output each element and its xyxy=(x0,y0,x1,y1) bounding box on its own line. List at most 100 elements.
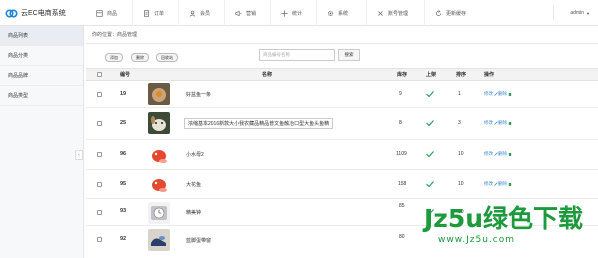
trash-icon xyxy=(508,92,512,96)
nav-goods[interactable]: 商品 xyxy=(86,0,132,26)
fish-bowl-image xyxy=(148,83,170,105)
brand[interactable]: 云EC电商系统 xyxy=(0,0,84,26)
nav-label: 商品 xyxy=(107,10,118,17)
divider xyxy=(553,6,554,20)
sidebar-item-goods-list[interactable]: 商品列表 xyxy=(0,26,83,46)
delete-label: 删除 xyxy=(498,181,507,186)
sidebar-collapse-icon[interactable]: ‹ xyxy=(75,150,83,160)
check-icon[interactable] xyxy=(426,151,434,157)
nav-marketing[interactable]: 营销 xyxy=(224,0,270,26)
gear-icon xyxy=(327,10,334,16)
col-id: 编号 xyxy=(120,72,131,78)
product-name: 小水母2 xyxy=(186,152,204,158)
trash-icon xyxy=(508,182,512,186)
row-id: 96 xyxy=(120,151,127,157)
row-checkbox[interactable] xyxy=(97,152,102,157)
top-nav: 商品 订单 会员 营销 统计 系统 账号管理 更新缓存 xyxy=(86,0,484,26)
edit-label: 修改 xyxy=(484,91,493,96)
delete-link[interactable]: 删除 xyxy=(498,91,512,97)
puppy-image xyxy=(148,112,170,134)
product-thumbnail[interactable] xyxy=(148,173,170,195)
col-sort: 排序 xyxy=(456,72,467,78)
nav-refresh-cache[interactable]: 更新缓存 xyxy=(424,0,484,26)
row-stock: 80 xyxy=(399,234,405,240)
goldfish-image xyxy=(148,144,170,166)
sidebar: 商品列表 商品分类 商品品牌 商品类型 ‹ xyxy=(0,26,84,258)
row-stock: 8 xyxy=(399,120,402,126)
table-row: 92 蓝脚蛋带窗 80 xyxy=(86,226,598,258)
product-name: 精美钟 xyxy=(186,210,202,216)
row-checkbox[interactable] xyxy=(97,121,102,126)
select-all-checkbox[interactable] xyxy=(97,72,102,77)
check-icon[interactable] xyxy=(426,181,434,187)
nav-member[interactable]: 会员 xyxy=(178,0,224,26)
nav-order[interactable]: 订单 xyxy=(132,0,178,26)
row-sort: 1 xyxy=(458,91,461,97)
search-button[interactable]: 搜索 xyxy=(338,49,360,61)
row-id: 25 xyxy=(120,120,127,126)
nav-stats[interactable]: 统计 xyxy=(270,0,316,26)
sidebar-item-goods-brand[interactable]: 商品品牌 xyxy=(0,66,83,86)
row-checkbox[interactable] xyxy=(97,92,102,97)
product-thumbnail[interactable] xyxy=(148,202,170,224)
edit-link[interactable]: 修改 xyxy=(484,91,498,97)
row-checkbox[interactable] xyxy=(97,210,102,215)
product-thumbnail[interactable] xyxy=(148,144,170,166)
order-icon xyxy=(144,9,149,17)
stats-icon xyxy=(281,9,288,17)
brand-name: 云EC电商系统 xyxy=(21,10,66,17)
shoe-image xyxy=(148,229,170,251)
product-thumbnail[interactable] xyxy=(148,112,170,134)
col-stock: 库存 xyxy=(397,72,408,78)
user-menu[interactable]: admin ▼ xyxy=(570,0,590,26)
sidebar-item-goods-type[interactable]: 商品类型 xyxy=(0,86,83,106)
delete-link[interactable]: 删除 xyxy=(498,181,512,187)
product-name: 好盆鱼一条 xyxy=(186,92,212,98)
edit-label: 修改 xyxy=(484,181,493,186)
edit-label: 修改 xyxy=(484,120,493,125)
row-checkbox[interactable] xyxy=(97,237,102,242)
edit-link[interactable]: 修改 xyxy=(484,151,498,157)
table-row: 25 浓缩基本2016新款大小我农藏品精品普文鱼触冶口型大鱼头鱼精 8 3 修改… xyxy=(86,108,598,140)
row-sort: 3 xyxy=(458,120,461,126)
trash-icon xyxy=(508,152,512,156)
check-icon[interactable] xyxy=(426,209,434,215)
recycle-bin-button[interactable]: 回收站 xyxy=(156,53,178,62)
product-thumbnail[interactable] xyxy=(148,83,170,105)
col-on-sale: 上架 xyxy=(426,72,437,78)
delete-label: 删除 xyxy=(498,120,507,125)
clock-image xyxy=(148,202,170,224)
product-name: 大花鱼 xyxy=(186,182,202,188)
edit-link[interactable]: 修改 xyxy=(484,120,498,126)
nav-label: 更新缓存 xyxy=(446,10,467,17)
breadcrumb-text: 你的位置：商品管理 xyxy=(92,32,138,38)
row-stock: 158 xyxy=(398,181,407,187)
edit-link[interactable]: 修改 xyxy=(484,181,498,187)
row-id: 92 xyxy=(120,236,127,242)
nav-label: 订单 xyxy=(154,10,165,17)
nav-system[interactable]: 系统 xyxy=(316,0,366,26)
delete-link[interactable]: 删除 xyxy=(498,120,512,126)
table-row: 93 精美钟 85 10 xyxy=(86,199,598,226)
product-name-input[interactable]: 浓缩基本2016新款大小我农藏品精品普文鱼触冶口型大鱼头鱼精 xyxy=(184,118,334,129)
row-stock: 85 xyxy=(399,203,405,209)
search-input[interactable]: 商品编号名称 xyxy=(259,49,335,61)
check-icon[interactable] xyxy=(426,91,434,97)
add-button[interactable]: 添加 xyxy=(105,53,123,62)
nav-account[interactable]: 账号管理 xyxy=(366,0,424,26)
col-name: 名称 xyxy=(262,72,273,78)
edit-label: 修改 xyxy=(484,151,493,156)
row-id: 19 xyxy=(120,91,127,97)
nav-label: 会员 xyxy=(200,10,211,17)
goldfish-image xyxy=(148,173,170,195)
marketing-icon xyxy=(235,10,242,16)
toolbar: 添加 删除 回收站 商品编号名称 搜索 xyxy=(86,46,598,68)
row-checkbox[interactable] xyxy=(97,182,102,187)
check-icon[interactable] xyxy=(426,120,434,126)
goods-icon xyxy=(96,9,103,17)
product-thumbnail[interactable] xyxy=(148,229,170,251)
delete-link[interactable]: 删除 xyxy=(498,151,512,157)
row-id: 93 xyxy=(120,208,127,214)
delete-button[interactable]: 删除 xyxy=(131,53,149,62)
sidebar-item-goods-category[interactable]: 商品分类 xyxy=(0,46,83,66)
